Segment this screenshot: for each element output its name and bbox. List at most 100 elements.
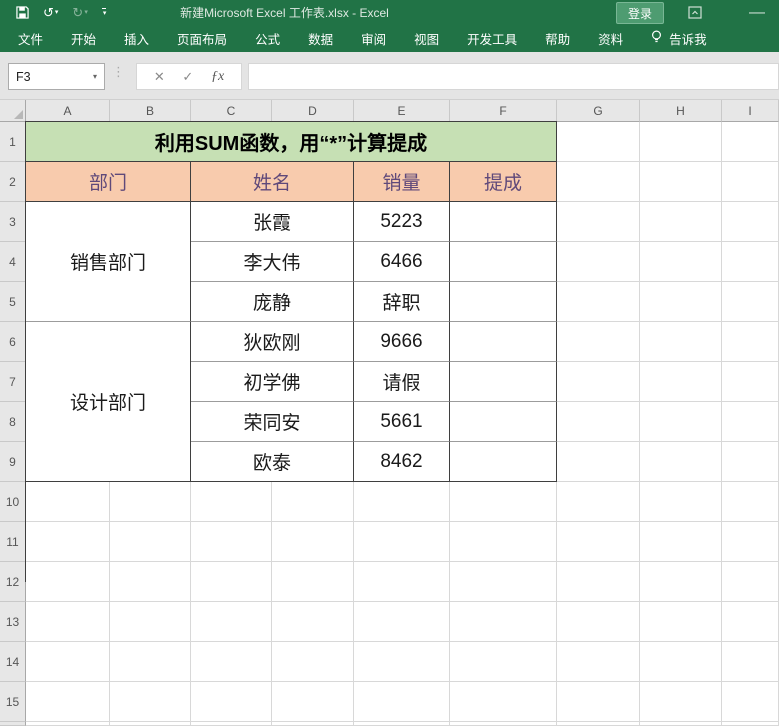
grid-cell[interactable] — [450, 722, 557, 726]
grid-cell[interactable] — [722, 602, 779, 642]
grid-cell[interactable] — [354, 682, 450, 722]
grid-cell[interactable] — [110, 722, 191, 726]
column-header-F[interactable]: F — [450, 100, 557, 122]
grid-cell[interactable] — [640, 242, 722, 282]
grid-cell[interactable] — [191, 682, 272, 722]
formula-input[interactable] — [248, 63, 779, 90]
name-cell[interactable]: 狄欧刚 — [191, 322, 354, 362]
enter-icon[interactable]: ✓ — [182, 69, 193, 85]
column-header-E[interactable]: E — [354, 100, 450, 122]
grid-cell[interactable] — [450, 602, 557, 642]
grid-cell[interactable] — [191, 562, 272, 602]
grid-cell[interactable] — [26, 482, 110, 522]
row-header-9[interactable]: 9 — [0, 442, 26, 482]
grid-cell[interactable] — [557, 322, 640, 362]
department-cell[interactable]: 销售部门 — [26, 202, 191, 322]
row-header-10[interactable]: 10 — [0, 482, 26, 522]
grid-cell[interactable] — [354, 722, 450, 726]
grid-cell[interactable] — [110, 602, 191, 642]
grid-cell[interactable] — [722, 522, 779, 562]
grid-cell[interactable] — [640, 602, 722, 642]
header-cell-commission[interactable]: 提成 — [450, 162, 557, 202]
grid-cell[interactable] — [354, 642, 450, 682]
row-header-2[interactable]: 2 — [0, 162, 26, 202]
grid-cell[interactable] — [722, 482, 779, 522]
sales-cell[interactable]: 5661 — [354, 402, 450, 442]
grid-cell[interactable] — [640, 482, 722, 522]
grid-cell[interactable] — [557, 282, 640, 322]
grid-cell[interactable] — [191, 642, 272, 682]
grid-cell[interactable] — [272, 482, 354, 522]
grid-cell[interactable] — [557, 442, 640, 482]
grid-cell[interactable] — [26, 682, 110, 722]
grid-cell[interactable] — [557, 642, 640, 682]
sales-cell[interactable]: 6466 — [354, 242, 450, 282]
department-cell[interactable]: 设计部门 — [26, 322, 191, 482]
grid-cell[interactable] — [450, 562, 557, 602]
grid-cell[interactable] — [272, 602, 354, 642]
row-header-14[interactable]: 14 — [0, 642, 26, 682]
row-header-7[interactable]: 7 — [0, 362, 26, 402]
grid-cell[interactable] — [450, 482, 557, 522]
sign-in-button[interactable]: 登录 — [616, 2, 664, 24]
header-cell-department[interactable]: 部门 — [26, 162, 191, 202]
grid-cell[interactable] — [640, 562, 722, 602]
grid-cell[interactable] — [557, 482, 640, 522]
tell-me-box[interactable]: 告诉我 — [651, 29, 707, 48]
header-cell-name[interactable]: 姓名 — [191, 162, 354, 202]
grid-cell[interactable] — [640, 682, 722, 722]
row-header-11[interactable]: 11 — [0, 522, 26, 562]
column-header-G[interactable]: G — [557, 100, 640, 122]
header-cell-sales[interactable]: 销量 — [354, 162, 450, 202]
grid-cell[interactable] — [722, 122, 779, 162]
grid-cell[interactable] — [640, 282, 722, 322]
column-header-A[interactable]: A — [26, 100, 110, 122]
grid-cell[interactable] — [110, 562, 191, 602]
grid-cell[interactable] — [272, 522, 354, 562]
grid-cell[interactable] — [557, 162, 640, 202]
grid-cell[interactable] — [722, 202, 779, 242]
grid-cell[interactable] — [110, 682, 191, 722]
row-header-6[interactable]: 6 — [0, 322, 26, 362]
row-header-5[interactable]: 5 — [0, 282, 26, 322]
grid-cell[interactable] — [722, 162, 779, 202]
row-header-4[interactable]: 4 — [0, 242, 26, 282]
menu-tab-insert[interactable]: 插入 — [124, 29, 149, 48]
grid-cell[interactable] — [640, 322, 722, 362]
row-header-1[interactable]: 1 — [0, 122, 26, 162]
grid-cell[interactable] — [450, 522, 557, 562]
commission-cell[interactable] — [450, 362, 557, 402]
grid-cell[interactable] — [722, 282, 779, 322]
row-header-3[interactable]: 3 — [0, 202, 26, 242]
menu-tab-formulas[interactable]: 公式 — [255, 29, 280, 48]
insert-function-icon[interactable]: ƒx — [211, 69, 224, 85]
row-header-15[interactable]: 15 — [0, 682, 26, 722]
sales-cell[interactable]: 辞职 — [354, 282, 450, 322]
grid-cell[interactable] — [557, 682, 640, 722]
minimize-button[interactable]: — — [740, 0, 774, 25]
grid-cell[interactable] — [557, 562, 640, 602]
column-header-H[interactable]: H — [640, 100, 722, 122]
grid-cell[interactable] — [450, 682, 557, 722]
column-header-C[interactable]: C — [191, 100, 272, 122]
select-all-corner[interactable] — [0, 100, 26, 122]
menu-tab-developer[interactable]: 开发工具 — [467, 29, 517, 48]
cancel-icon[interactable]: ✕ — [154, 69, 165, 85]
grid-cell[interactable] — [557, 402, 640, 442]
grid-cell[interactable] — [640, 362, 722, 402]
grid-cell[interactable] — [110, 482, 191, 522]
row-header-12[interactable]: 12 — [0, 562, 26, 602]
grid-cell[interactable] — [557, 522, 640, 562]
commission-cell[interactable] — [450, 442, 557, 482]
grid-cell[interactable] — [272, 682, 354, 722]
grid-cell[interactable] — [26, 602, 110, 642]
grid-cell[interactable] — [722, 362, 779, 402]
name-box-dropdown-icon[interactable]: ▾ — [93, 72, 104, 81]
grid-cell[interactable] — [557, 722, 640, 726]
name-box[interactable]: F3 ▾ — [8, 63, 105, 90]
grid-cell[interactable] — [557, 362, 640, 402]
column-header-I[interactable]: I — [722, 100, 779, 122]
grid-cell[interactable] — [722, 322, 779, 362]
name-cell[interactable]: 荣同安 — [191, 402, 354, 442]
grid-cell[interactable] — [272, 642, 354, 682]
